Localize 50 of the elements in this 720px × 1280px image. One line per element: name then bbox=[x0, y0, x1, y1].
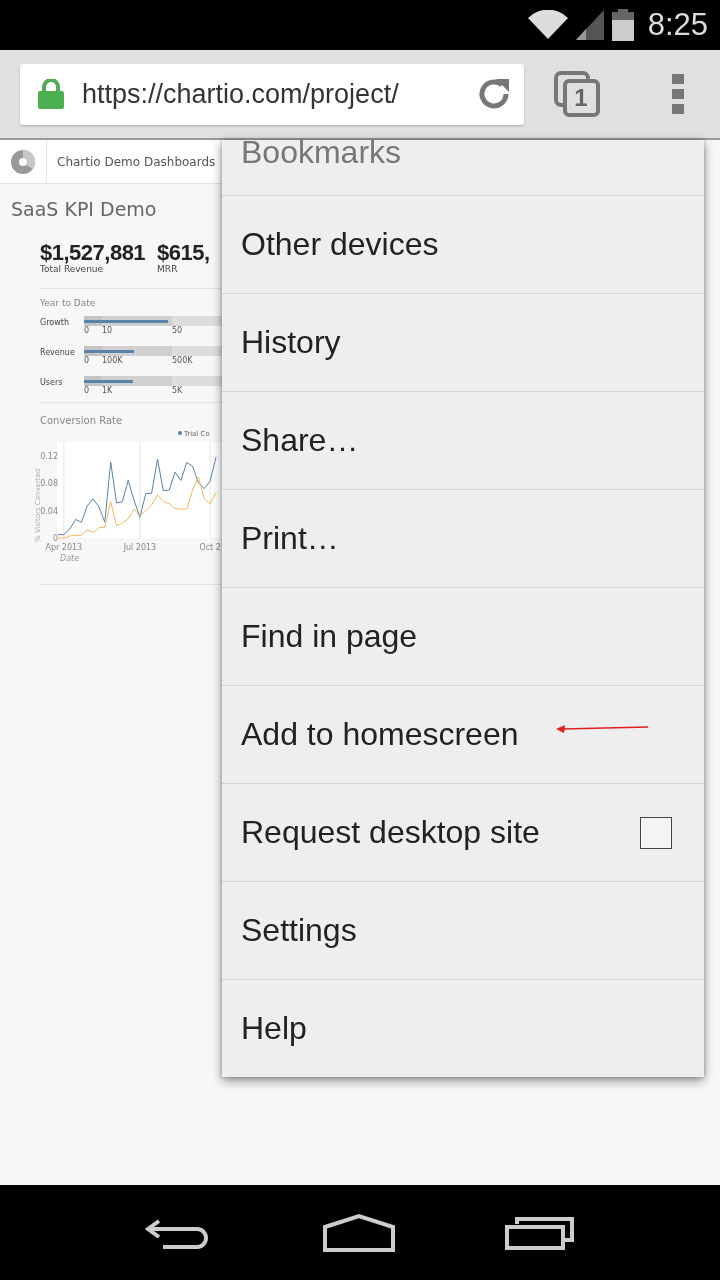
tick-label: 0 bbox=[84, 386, 90, 395]
bullet-label: Users bbox=[40, 377, 64, 389]
section-title: Year to Date bbox=[40, 298, 97, 308]
tick-label: 0 bbox=[84, 356, 90, 365]
tick-label: 0 bbox=[84, 326, 90, 335]
menu-item[interactable]: Find in page bbox=[222, 587, 704, 685]
axis-tick-label: Oct 2 bbox=[199, 543, 221, 552]
checkbox[interactable] bbox=[640, 816, 672, 849]
status-time: 8:25 bbox=[647, 7, 708, 43]
lock-icon bbox=[38, 79, 64, 109]
menu-icon[interactable] bbox=[672, 74, 684, 114]
bullet-label: Revenue bbox=[40, 347, 76, 359]
breadcrumb-link[interactable]: Chartio Demo Dashboards bbox=[57, 154, 216, 169]
kpi-value: $615, bbox=[157, 242, 210, 264]
kpi-label: Total Revenue bbox=[40, 264, 105, 274]
menu-item[interactable]: Help bbox=[222, 979, 704, 1077]
menu-item[interactable]: Other devices bbox=[222, 195, 704, 293]
menu-item[interactable]: History bbox=[222, 293, 704, 391]
tick-label: 100K bbox=[102, 356, 123, 365]
kpi-value: $1,527,881 bbox=[40, 242, 146, 264]
tick-label: 50 bbox=[172, 326, 183, 335]
wifi-icon bbox=[527, 10, 568, 40]
tick-label: 500K bbox=[172, 356, 193, 365]
axis-tick-label: 0.04 bbox=[40, 506, 58, 516]
tick-label: 1K bbox=[102, 386, 113, 395]
recent-apps-icon[interactable] bbox=[505, 1215, 576, 1250]
home-icon[interactable] bbox=[322, 1212, 396, 1253]
axis-tick-label: 0.08 bbox=[40, 479, 58, 489]
dashboard-title: SaaS KPI Demo bbox=[11, 198, 158, 220]
legend-dot bbox=[178, 431, 182, 435]
axis-tick-label: Jul 2013 bbox=[123, 543, 157, 552]
menu-item[interactable]: Settings bbox=[222, 881, 704, 979]
bullet-label: Growth bbox=[40, 317, 70, 329]
tick-label: 10 bbox=[102, 326, 113, 335]
kpi-label: MRR bbox=[157, 264, 179, 274]
axis-tick-label: 0 bbox=[52, 534, 58, 543]
axis-title: Date bbox=[60, 554, 80, 563]
address-bar[interactable]: https://chartio.com/project/ bbox=[20, 63, 524, 125]
tick-label: 5K bbox=[172, 386, 183, 395]
axis-tick-label: Apr 2013 bbox=[45, 543, 83, 552]
menu-item[interactable]: Bookmarks bbox=[222, 140, 704, 195]
axis-tick-label: 0.12 bbox=[40, 451, 58, 461]
signal-icon bbox=[575, 10, 604, 40]
menu-item[interactable]: Print… bbox=[222, 489, 704, 587]
battery-icon bbox=[611, 9, 634, 41]
menu-item[interactable]: Request desktop site bbox=[222, 783, 704, 881]
logo-icon bbox=[11, 149, 35, 174]
menu-item[interactable]: Add to homescreen bbox=[222, 685, 704, 783]
chart-title: Conversion Rate bbox=[40, 415, 124, 426]
menu-item[interactable]: Share… bbox=[222, 391, 704, 489]
